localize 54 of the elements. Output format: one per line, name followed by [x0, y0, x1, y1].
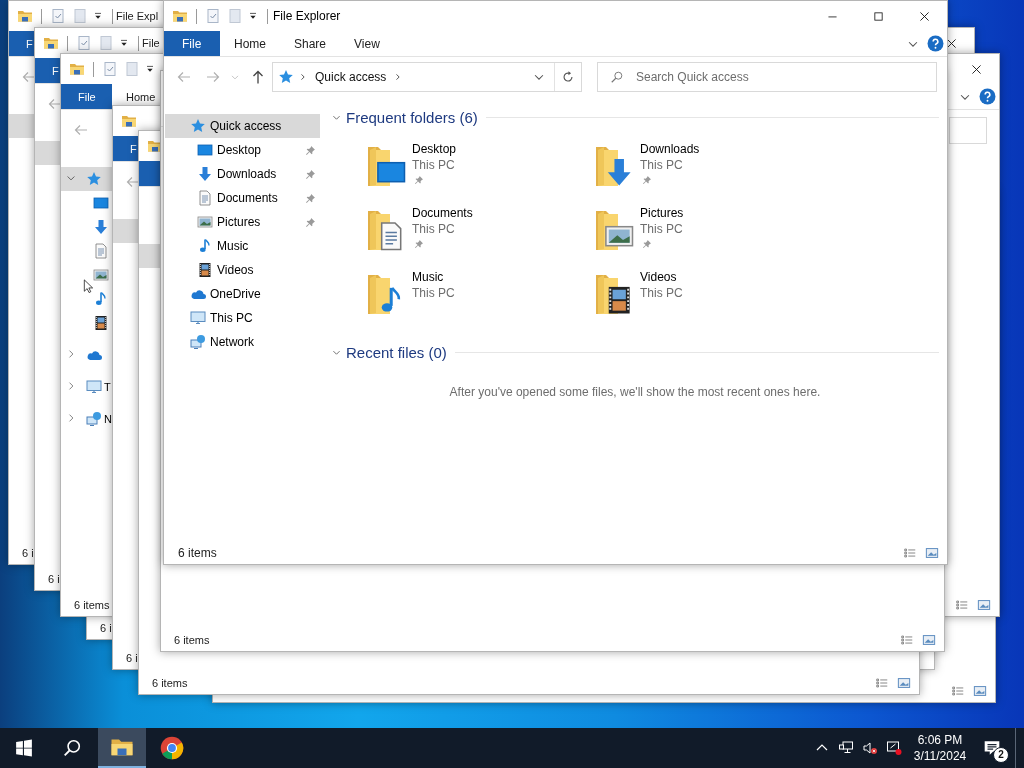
- window-title: File Explorer: [273, 9, 341, 23]
- tree-item[interactable]: Pictures: [165, 210, 320, 234]
- tree-item[interactable]: Desktop: [165, 138, 320, 162]
- window-title: File: [142, 37, 160, 49]
- partial-file-tab[interactable]: F: [35, 58, 60, 83]
- status-text: 6 items: [152, 677, 188, 689]
- section-header[interactable]: Frequent folders (6): [331, 108, 478, 126]
- tree-item[interactable]: T: [61, 375, 112, 399]
- clock-time[interactable]: 6:06 PM: [917, 732, 963, 748]
- tree-item[interactable]: Quick access: [165, 114, 320, 138]
- address-bar[interactable]: Quick access: [272, 62, 582, 92]
- file-tab[interactable]: File: [164, 31, 220, 56]
- folder-location: This PC: [640, 285, 683, 301]
- tree-item[interactable]: N: [61, 407, 112, 431]
- folder-location: This PC: [640, 157, 683, 173]
- status-text: 6 i: [126, 652, 138, 664]
- status-text: 6 i: [100, 622, 112, 634]
- tree-item[interactable]: Documents: [165, 186, 320, 210]
- folder-location: This PC: [412, 221, 455, 237]
- window-title: File Expl: [116, 10, 159, 22]
- folder-name[interactable]: Documents: [412, 205, 473, 221]
- status-text: 6 items: [174, 634, 210, 646]
- ribbon-tab[interactable]: Share: [280, 31, 341, 56]
- folder-name[interactable]: Music: [412, 269, 444, 285]
- file-tab[interactable]: File: [61, 84, 112, 109]
- partial-file-tab[interactable]: F: [9, 31, 34, 56]
- breadcrumb-item[interactable]: Quick access: [315, 70, 387, 84]
- clock-date[interactable]: 3/11/2024: [913, 748, 967, 764]
- folder-location: This PC: [640, 221, 683, 237]
- partial-ribbon-tab[interactable]: Home: [112, 84, 160, 109]
- notification-count: 2: [993, 747, 1009, 763]
- folder-name[interactable]: Pictures: [640, 205, 684, 221]
- search-field[interactable]: Search Quick access: [597, 62, 937, 92]
- folder-name[interactable]: Desktop: [412, 141, 457, 157]
- empty-message: After you've opened some files, we'll show the most recent ones here.: [448, 384, 822, 400]
- tree-item[interactable]: OneDrive: [165, 282, 320, 306]
- folder-name[interactable]: Videos: [640, 269, 677, 285]
- status-text: 6 i: [48, 573, 60, 585]
- status-text: 6 items: [178, 546, 217, 560]
- tree-item[interactable]: Music: [165, 234, 320, 258]
- tree-item[interactable]: Network: [165, 330, 320, 354]
- status-text: 6 items: [74, 599, 110, 611]
- folder-location: This PC: [412, 157, 455, 173]
- search-input[interactable]: Search Quick access: [636, 70, 916, 84]
- folder-location: This PC: [412, 285, 455, 301]
- tree-item[interactable]: This PC: [165, 306, 320, 330]
- ribbon-tab[interactable]: View: [340, 31, 394, 56]
- partial-file-tab[interactable]: F: [113, 136, 138, 161]
- folder-name[interactable]: Downloads: [640, 141, 700, 157]
- tree-item[interactable]: Downloads: [165, 162, 320, 186]
- ribbon-tab[interactable]: Home: [220, 31, 280, 56]
- status-text: 6 i: [22, 547, 34, 559]
- tree-item[interactable]: Videos: [165, 258, 320, 282]
- section-header[interactable]: Recent files (0): [331, 343, 447, 361]
